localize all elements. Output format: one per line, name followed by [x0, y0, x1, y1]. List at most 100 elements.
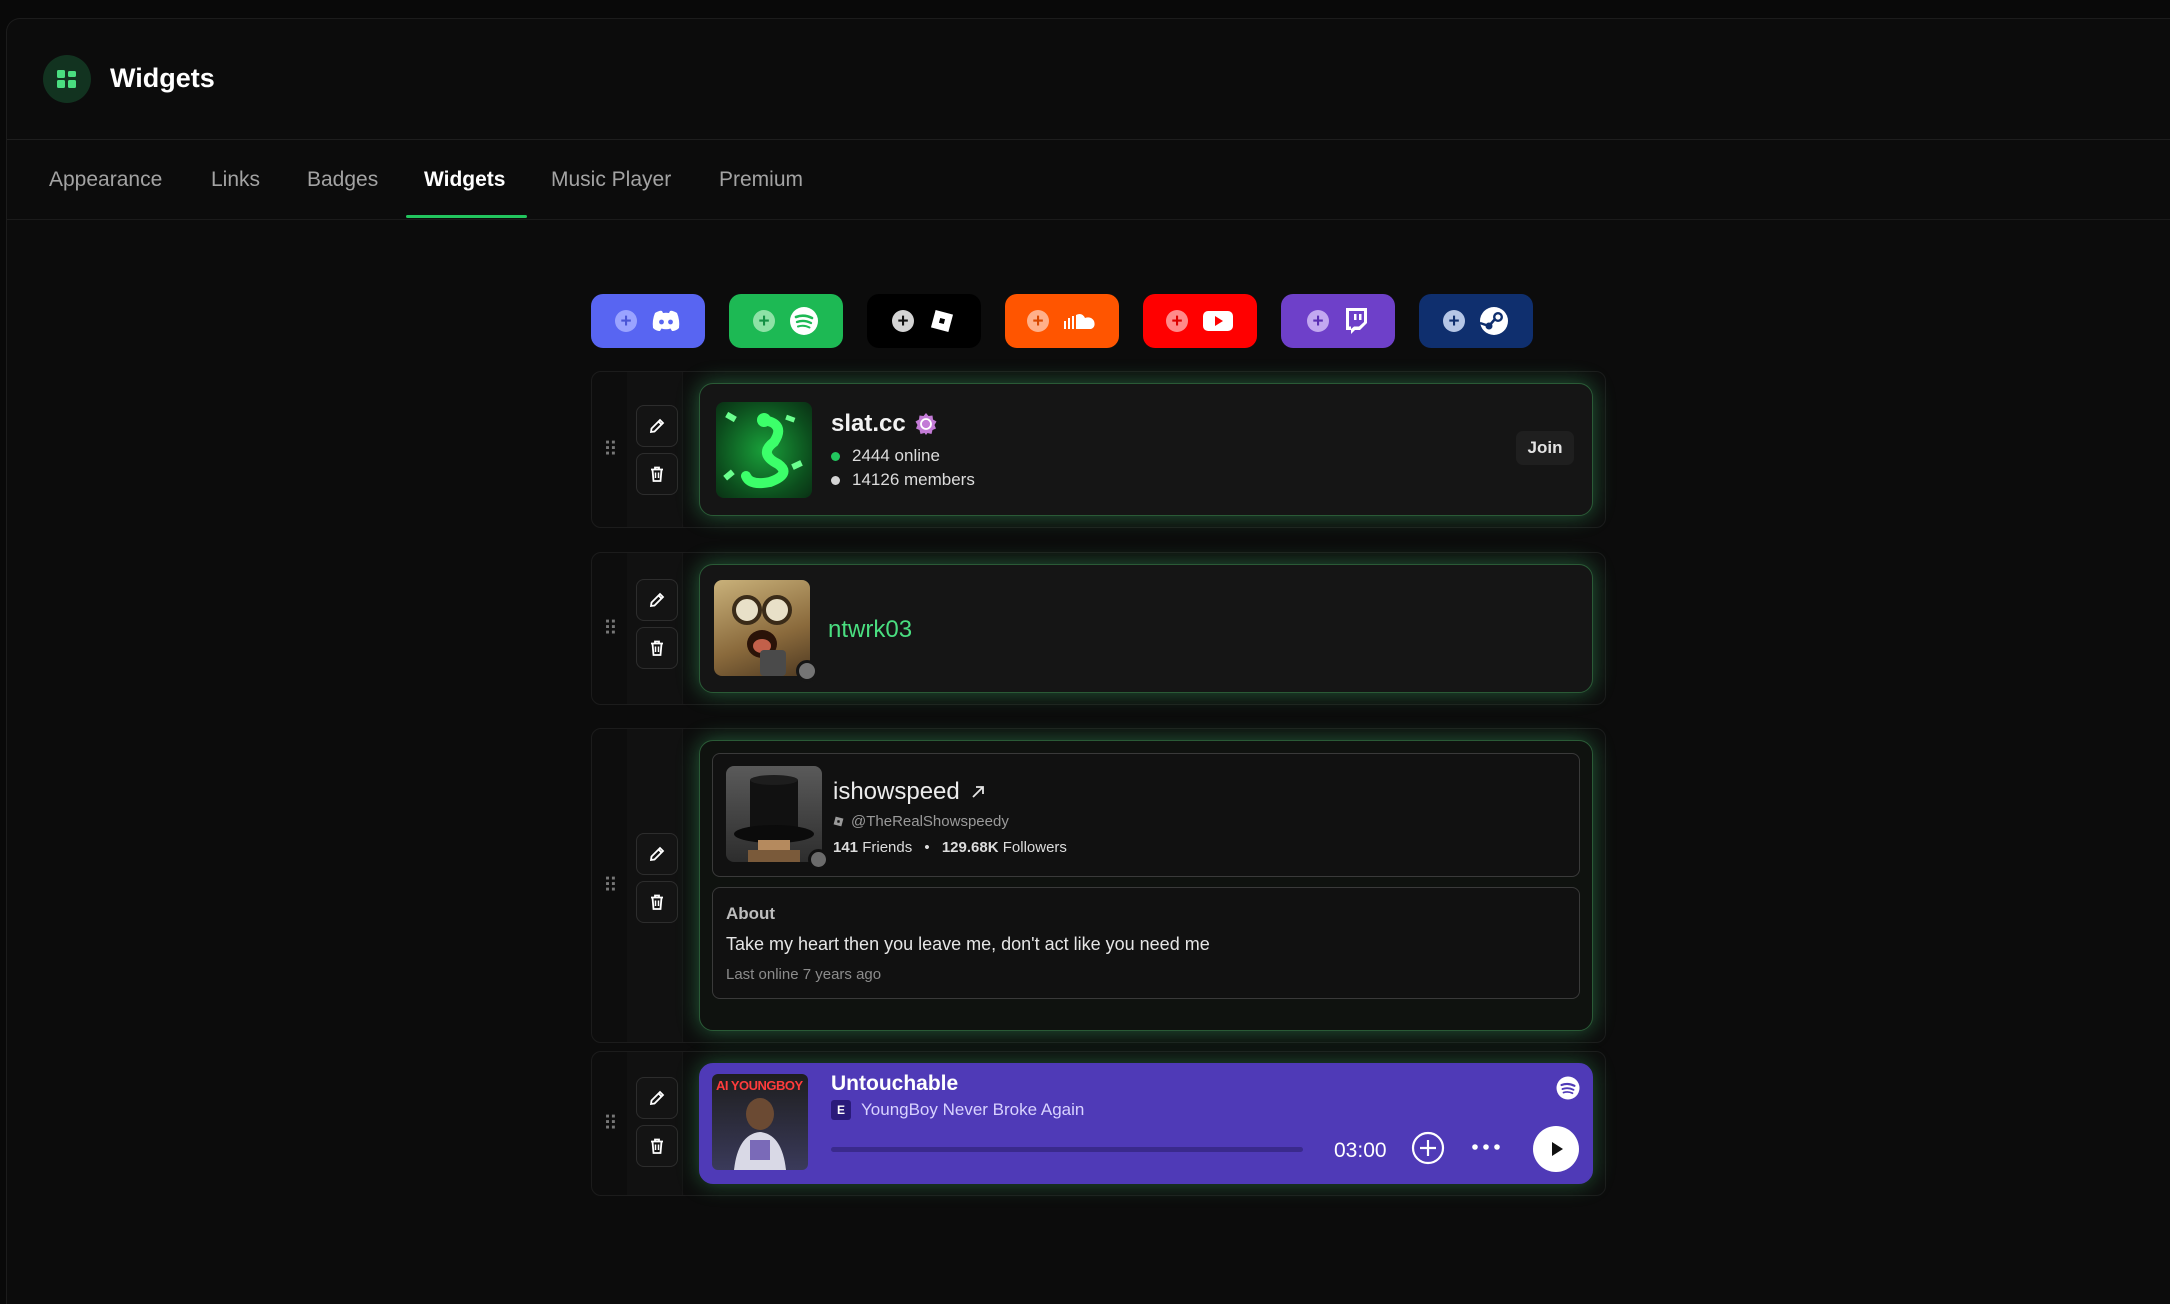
trash-icon [651, 894, 663, 910]
tab-badges[interactable]: Badges [307, 168, 378, 192]
last-online: Last online 7 years ago [726, 966, 882, 983]
widget-actions [627, 553, 683, 704]
youtube-icon [1203, 311, 1233, 331]
roblox-icon [930, 309, 954, 333]
plus-icon: + [753, 310, 775, 332]
followers-count: 129.68K [941, 839, 999, 856]
roblox-profile: ishowspeed @TheRealShowspeedy 141 Friend… [712, 753, 1580, 877]
roblox-display-name: ishowspeed [833, 778, 960, 805]
plus-icon: + [1027, 310, 1049, 332]
header: Widgets [7, 19, 2170, 140]
members-dot [831, 476, 840, 486]
roblox-about: About Take my heart then you leave me, d… [712, 887, 1580, 999]
add-soundcloud-button[interactable]: + [1005, 294, 1119, 348]
twitch-icon [1346, 308, 1367, 334]
tab-widgets[interactable]: Widgets [424, 168, 505, 192]
add-discord-button[interactable]: + [591, 294, 705, 348]
about-title: About [726, 904, 776, 923]
more-options-icon[interactable] [1470, 1142, 1502, 1152]
roblox-avatar [726, 766, 822, 862]
tab-premium[interactable]: Premium [719, 168, 803, 192]
plus-icon: + [1443, 310, 1465, 332]
status-indicator [796, 660, 818, 682]
trash-icon [651, 1138, 663, 1154]
join-button[interactable]: Join [1516, 431, 1574, 465]
add-roblox-button[interactable]: + [867, 294, 981, 348]
add-twitch-button[interactable]: + [1281, 294, 1395, 348]
spotify-icon [790, 307, 818, 335]
friends-label: Friends [862, 839, 913, 856]
track-title[interactable]: Untouchable [831, 1072, 958, 1096]
add-to-library-icon[interactable] [1411, 1131, 1445, 1165]
discord-user-card: ntwrk03 [699, 564, 1593, 693]
widget-row-discord-user: ⠿ ntwrk03 [591, 552, 1606, 705]
add-spotify-button[interactable]: + [729, 294, 843, 348]
page-title: Widgets [110, 63, 215, 93]
widgets-icon [43, 55, 91, 103]
roblox-small-icon [833, 816, 844, 827]
add-steam-button[interactable]: + [1419, 294, 1533, 348]
verified-badge-icon [915, 413, 937, 435]
spotify-card: AI YOUNGBOY Untouchable E YoungBoy Never… [699, 1063, 1593, 1184]
play-button[interactable] [1533, 1126, 1579, 1172]
pencil-icon [649, 418, 665, 434]
drag-handle-icon[interactable]: ⠿ [592, 372, 627, 527]
trash-icon [651, 466, 663, 482]
plus-icon: + [1307, 310, 1329, 332]
online-count: 2444 online [852, 446, 940, 465]
progress-bar[interactable] [831, 1147, 1303, 1152]
soundcloud-icon [1064, 314, 1095, 329]
album-art-text: AI YOUNGBOY [716, 1078, 803, 1093]
delete-button[interactable] [636, 453, 678, 495]
widget-actions [627, 729, 683, 1042]
edit-button[interactable] [636, 1077, 678, 1119]
about-text: Take my heart then you leave me, don't a… [726, 934, 1210, 954]
drag-handle-icon[interactable]: ⠿ [592, 1052, 627, 1195]
widget-row-discord-server: ⠿ slat.cc 2444 online 14126 members Join [591, 371, 1606, 528]
widgets-panel: Widgets Appearance Links Badges Widgets … [6, 18, 2170, 1304]
active-tab-indicator [406, 215, 527, 218]
pencil-icon [649, 1090, 665, 1106]
tab-appearance[interactable]: Appearance [49, 168, 162, 192]
pencil-icon [649, 846, 665, 862]
plus-icon: + [892, 310, 914, 332]
server-name: slat.cc [831, 410, 906, 437]
tab-music-player[interactable]: Music Player [551, 168, 671, 192]
followers-label: Followers [1002, 839, 1067, 856]
roblox-username: @TheRealShowspeedy [851, 813, 1009, 830]
pencil-icon [649, 592, 665, 608]
delete-button[interactable] [636, 627, 678, 669]
member-count: 14126 members [852, 470, 975, 489]
edit-button[interactable] [636, 405, 678, 447]
server-icon [716, 402, 812, 498]
drag-handle-icon[interactable]: ⠿ [592, 553, 627, 704]
play-icon [1552, 1142, 1563, 1156]
plus-icon: + [615, 310, 637, 332]
drag-handle-icon[interactable]: ⠿ [592, 729, 627, 1042]
status-indicator [808, 849, 829, 870]
discord-server-card: slat.cc 2444 online 14126 members Join [699, 383, 1593, 516]
artist-name[interactable]: YoungBoy Never Broke Again [861, 1100, 1084, 1120]
roblox-card: ishowspeed @TheRealShowspeedy 141 Friend… [699, 740, 1593, 1031]
discord-username: ntwrk03 [828, 616, 913, 643]
steam-icon [1479, 307, 1508, 335]
tab-links[interactable]: Links [211, 168, 260, 192]
album-art: AI YOUNGBOY [712, 1074, 808, 1170]
plus-icon: + [1166, 310, 1188, 332]
friends-count: 141 [833, 839, 859, 856]
widget-row-spotify: ⠿ AI YOUNGBOY Untouchable E YoungBoy Nev… [591, 1051, 1606, 1196]
edit-button[interactable] [636, 833, 678, 875]
tab-bar: Appearance Links Badges Widgets Music Pl… [7, 140, 2170, 220]
trash-icon [651, 640, 663, 656]
delete-button[interactable] [636, 1125, 678, 1167]
delete-button[interactable] [636, 881, 678, 923]
explicit-badge: E [831, 1100, 851, 1120]
edit-button[interactable] [636, 579, 678, 621]
online-dot [831, 452, 840, 462]
widget-actions [627, 1052, 683, 1195]
discord-icon [652, 310, 680, 331]
external-link-icon[interactable] [970, 784, 986, 800]
track-duration: 03:00 [1334, 1139, 1387, 1162]
user-avatar [714, 580, 810, 676]
add-youtube-button[interactable]: + [1143, 294, 1257, 348]
